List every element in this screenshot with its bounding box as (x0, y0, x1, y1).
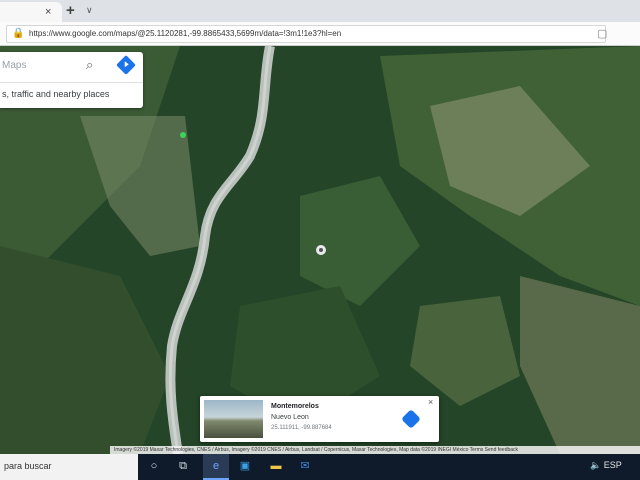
place-coordinates: 25.111911, -99.887684 (271, 425, 332, 431)
browser-tab[interactable]: × (0, 2, 62, 22)
taskbar: para buscar ○ ⧉ e ▣ ▬ ✉ 🔈 ESP (0, 454, 640, 480)
taskbar-search-text: para buscar (4, 461, 52, 471)
edge-icon[interactable]: e (209, 459, 223, 473)
cortana-icon[interactable]: ○ (147, 459, 161, 473)
task-view-icon[interactable]: ⧉ (176, 459, 190, 473)
divider (0, 82, 143, 83)
outlook-icon[interactable]: ✉ (298, 459, 312, 473)
place-region: Nuevo Leon (271, 414, 309, 421)
maps-search-box: Maps ⌕ s, traffic and nearby places (0, 52, 143, 108)
system-tray[interactable]: 🔈 ESP (590, 460, 622, 471)
place-title: Montemorelos (271, 403, 319, 410)
lock-icon: 🔒 (12, 28, 25, 39)
file-explorer-icon[interactable]: ▬ (269, 459, 283, 473)
search-input[interactable]: Maps (2, 60, 26, 71)
search-icon[interactable]: ⌕ (86, 57, 93, 73)
tab-bar: × + ∨ (0, 0, 640, 22)
close-icon[interactable]: × (428, 397, 433, 407)
explore-hint[interactable]: s, traffic and nearby places (2, 89, 109, 99)
taskbar-search-field[interactable]: para buscar (0, 454, 138, 480)
tab-list-button[interactable]: ∨ (86, 5, 93, 16)
street-view-thumbnail[interactable] (204, 400, 263, 438)
new-tab-button[interactable]: + (66, 2, 75, 19)
close-tab-icon[interactable]: × (45, 6, 51, 18)
url-field[interactable]: 🔒 https://www.google.com/maps/@25.112028… (6, 25, 607, 43)
map-attribution: Imagery ©2019 Maxar Technologies, CNES /… (110, 446, 640, 454)
directions-icon[interactable] (116, 55, 136, 75)
reader-view-icon[interactable]: ▢ (597, 27, 607, 40)
store-icon[interactable]: ▣ (238, 459, 252, 473)
address-bar: 🔒 https://www.google.com/maps/@25.112028… (0, 22, 640, 62)
url-text[interactable]: https://www.google.com/maps/@25.1120281,… (29, 29, 589, 38)
